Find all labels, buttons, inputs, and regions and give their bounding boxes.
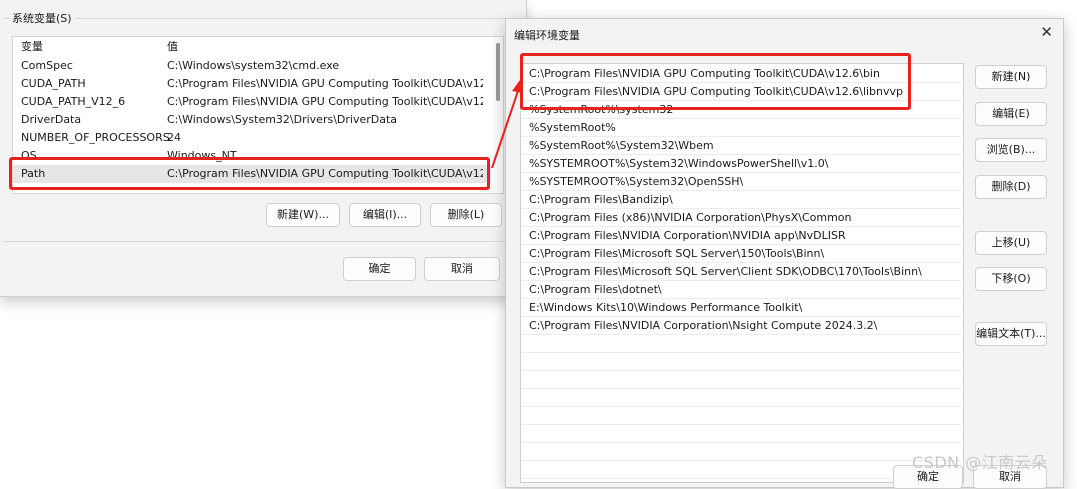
table-row[interactable]: NUMBER_OF_PROCESSORS 24 xyxy=(13,129,491,147)
empty-list-item[interactable] xyxy=(521,335,961,353)
empty-list-item[interactable] xyxy=(521,407,961,425)
highlight-box-path-row xyxy=(9,157,490,190)
new-variable-button[interactable]: 新建(W)... xyxy=(266,203,340,227)
list-item[interactable]: C:\Program Files\NVIDIA Corporation\NVID… xyxy=(521,227,961,245)
list-item[interactable]: %SYSTEMROOT%\System32\WindowsPowerShell\… xyxy=(521,155,961,173)
variable-value: C:\Windows\System32\Drivers\DriverData xyxy=(167,113,398,126)
list-item[interactable]: C:\Program Files\dotnet\ xyxy=(521,281,961,299)
path-list[interactable]: C:\Program Files\NVIDIA GPU Computing To… xyxy=(520,63,964,483)
highlight-box-cuda-paths xyxy=(520,53,911,110)
list-item[interactable]: E:\Windows Kits\10\Windows Performance T… xyxy=(521,299,961,317)
list-item[interactable]: C:\Program Files\Microsoft SQL Server\Cl… xyxy=(521,263,961,281)
cancel-button[interactable]: 取消 xyxy=(424,257,500,281)
edit-text-button[interactable]: 编辑文本(T)... xyxy=(975,322,1047,346)
list-header: 变量 值 xyxy=(13,38,491,56)
browse-button[interactable]: 浏览(B)... xyxy=(975,138,1047,162)
scrollbar-thumb[interactable] xyxy=(496,43,500,101)
variable-value: 24 xyxy=(167,131,181,144)
table-row[interactable]: CUDA_PATH_V12_6 C:\Program Files\NVIDIA … xyxy=(13,93,491,111)
empty-list-item[interactable] xyxy=(521,371,961,389)
list-item[interactable]: %SystemRoot% xyxy=(521,119,961,137)
variable-name: DriverData xyxy=(21,113,82,126)
list-item[interactable]: C:\Program Files\NVIDIA Corporation\Nsig… xyxy=(521,317,961,335)
column-header-value[interactable]: 值 xyxy=(167,38,483,56)
list-scrollbar[interactable] xyxy=(493,37,503,193)
variable-value: C:\Windows\system32\cmd.exe xyxy=(167,59,340,72)
empty-list-item[interactable] xyxy=(521,353,961,371)
variable-name: CUDA_PATH_V12_6 xyxy=(21,95,126,108)
list-item[interactable]: C:\Program Files\Microsoft SQL Server\15… xyxy=(521,245,961,263)
system-variables-group-label: 系统变量(S) xyxy=(9,10,75,26)
list-item[interactable]: %SYSTEMROOT%\System32\OpenSSH\ xyxy=(521,173,961,191)
empty-list-item[interactable] xyxy=(521,389,961,407)
table-row[interactable]: DriverData C:\Windows\System32\Drivers\D… xyxy=(13,111,491,129)
edit-variable-button[interactable]: 编辑(I)... xyxy=(349,203,421,227)
list-item[interactable]: C:\Program Files\Bandizip\ xyxy=(521,191,961,209)
close-icon[interactable]: ✕ xyxy=(1040,23,1053,41)
move-up-button[interactable]: 上移(U) xyxy=(975,231,1047,255)
new-path-button[interactable]: 新建(N) xyxy=(975,65,1047,89)
table-row[interactable]: ComSpec C:\Windows\system32\cmd.exe xyxy=(13,57,491,75)
dialog-title: 编辑环境变量 xyxy=(514,29,580,42)
list-item[interactable]: %SystemRoot%\System32\Wbem xyxy=(521,137,961,155)
delete-variable-button[interactable]: 删除(L) xyxy=(430,203,502,227)
empty-list-item[interactable] xyxy=(521,425,961,443)
watermark: CSDN @江南云朵 xyxy=(912,453,1048,472)
variable-value: C:\Program Files\NVIDIA GPU Computing To… xyxy=(167,77,483,90)
table-row[interactable]: CUDA_PATH C:\Program Files\NVIDIA GPU Co… xyxy=(13,75,491,93)
variable-name: CUDA_PATH xyxy=(21,77,86,90)
list-item[interactable]: C:\Program Files (x86)\NVIDIA Corporatio… xyxy=(521,209,961,227)
empty-list-item[interactable] xyxy=(521,443,961,461)
variable-name: ComSpec xyxy=(21,59,73,72)
system-variables-dialog: 系统变量(S) 变量 值 ComSpec C:\Windows\system32… xyxy=(0,0,527,297)
variable-value: C:\Program Files\NVIDIA GPU Computing To… xyxy=(167,95,483,108)
move-down-button[interactable]: 下移(O) xyxy=(975,267,1047,291)
ok-button[interactable]: 确定 xyxy=(343,257,416,281)
edit-environment-variable-dialog: 编辑环境变量 ✕ C:\Program Files\NVIDIA GPU Com… xyxy=(505,18,1064,489)
delete-path-button[interactable]: 删除(D) xyxy=(975,175,1047,199)
edit-path-button[interactable]: 编辑(E) xyxy=(975,102,1047,126)
column-header-variable[interactable]: 变量 xyxy=(21,38,161,56)
variable-name: NUMBER_OF_PROCESSORS xyxy=(21,131,170,144)
